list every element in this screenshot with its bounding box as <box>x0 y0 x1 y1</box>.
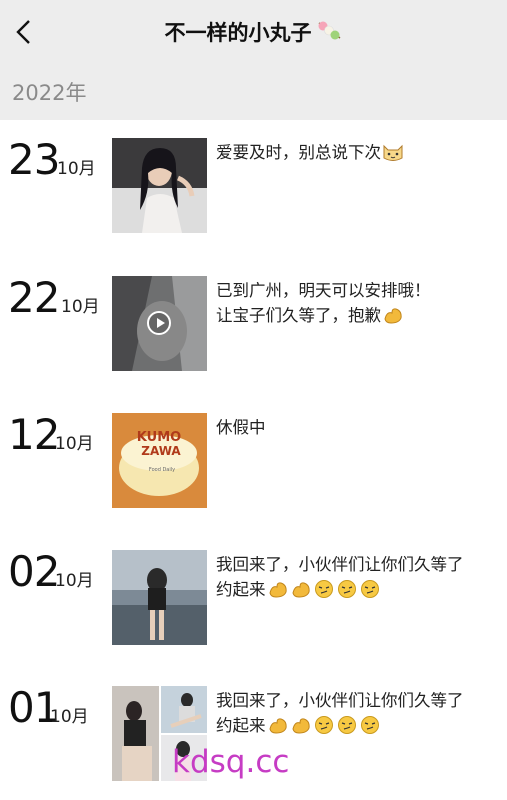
post-caption-line: 已到广州，明天可以安排哦！ <box>216 281 431 300</box>
post-month: 10月 <box>57 159 96 179</box>
post-caption-line: 约起来 <box>216 580 266 599</box>
post-caption-line: 休假中 <box>216 418 266 437</box>
photo-small-text: Food Daily <box>149 467 175 473</box>
post-caption-line: 约起来 <box>216 716 266 735</box>
flex-arm-icon <box>267 715 289 742</box>
dango-icon <box>315 19 343 46</box>
moment-post[interactable]: 23 10月 爱要及时，别总说下次 <box>0 138 507 238</box>
post-day: 02 <box>8 547 60 596</box>
post-photo[interactable] <box>112 138 207 233</box>
post-caption: 我回来了，小伙伴们让你们久等了 约起来 <box>216 688 501 742</box>
post-caption: 休假中 <box>216 415 501 440</box>
page-title: 不一样的小丸子 <box>165 17 343 47</box>
post-caption-line: 让宝子们久等了，抱歉 <box>216 306 381 325</box>
post-caption-line: 爱要及时，别总说下次 <box>216 143 381 162</box>
post-date: 02 10月 <box>8 550 108 600</box>
year-section-header: 2022年 <box>0 64 507 120</box>
post-date: 12 10月 <box>8 413 108 463</box>
post-video[interactable] <box>112 276 207 371</box>
post-day: 12 <box>8 410 60 459</box>
smirk-face-icon <box>313 579 335 606</box>
moment-post[interactable]: 02 10月 我回来了，小伙伴们让你们久等了 约起来 <box>0 550 507 650</box>
top-bar: 不一样的小丸子 <box>0 0 507 64</box>
post-day: 23 <box>8 135 60 184</box>
smirk-face-icon <box>313 715 335 742</box>
post-month: 10月 <box>61 297 100 317</box>
post-day: 22 <box>8 273 60 322</box>
post-month: 10月 <box>50 707 89 727</box>
post-date: 01 10月 <box>8 686 108 736</box>
photo-brand-line2: ZAWA <box>141 444 181 458</box>
play-icon[interactable] <box>147 311 171 335</box>
chevron-left-icon <box>16 20 30 44</box>
post-caption: 爱要及时，别总说下次 <box>216 140 501 169</box>
page-title-text: 不一样的小丸子 <box>164 21 312 45</box>
grid-photo[interactable] <box>112 686 159 781</box>
post-month: 10月 <box>55 571 94 591</box>
post-date: 23 10月 <box>8 138 108 188</box>
post-caption: 已到广州，明天可以安排哦！ 让宝子们久等了，抱歉 <box>216 278 501 332</box>
post-caption-line: 我回来了，小伙伴们让你们久等了 <box>216 691 464 710</box>
flex-arm-icon <box>267 579 289 606</box>
flex-arm-icon <box>290 579 312 606</box>
post-photo[interactable]: KUMO ZAWA Food Daily <box>112 413 207 508</box>
post-month: 10月 <box>55 434 94 454</box>
photo-brand-line1: KUMO <box>137 430 181 445</box>
cat-face-icon <box>382 142 404 169</box>
back-button[interactable] <box>12 18 36 46</box>
smirk-face-icon <box>359 579 381 606</box>
smirk-face-icon <box>336 715 358 742</box>
moment-post[interactable]: 22 10月 已到广州，明天可以安排哦！ 让宝子们久等了，抱歉 <box>0 276 507 376</box>
flex-arm-icon <box>290 715 312 742</box>
watermark-text: kdsq.cc <box>172 744 290 780</box>
post-caption-line: 我回来了，小伙伴们让你们久等了 <box>216 555 464 574</box>
post-caption: 我回来了，小伙伴们让你们久等了 约起来 <box>216 552 501 606</box>
post-photo[interactable] <box>112 550 207 645</box>
year-label: 2022年 <box>12 81 87 105</box>
grid-photo[interactable] <box>161 686 207 733</box>
flex-arm-icon <box>382 305 404 332</box>
post-date: 22 10月 <box>8 276 108 326</box>
smirk-face-icon <box>336 579 358 606</box>
moment-post[interactable]: 12 10月 KUMO ZAWA Food Daily 休假中 <box>0 413 507 513</box>
smirk-face-icon <box>359 715 381 742</box>
